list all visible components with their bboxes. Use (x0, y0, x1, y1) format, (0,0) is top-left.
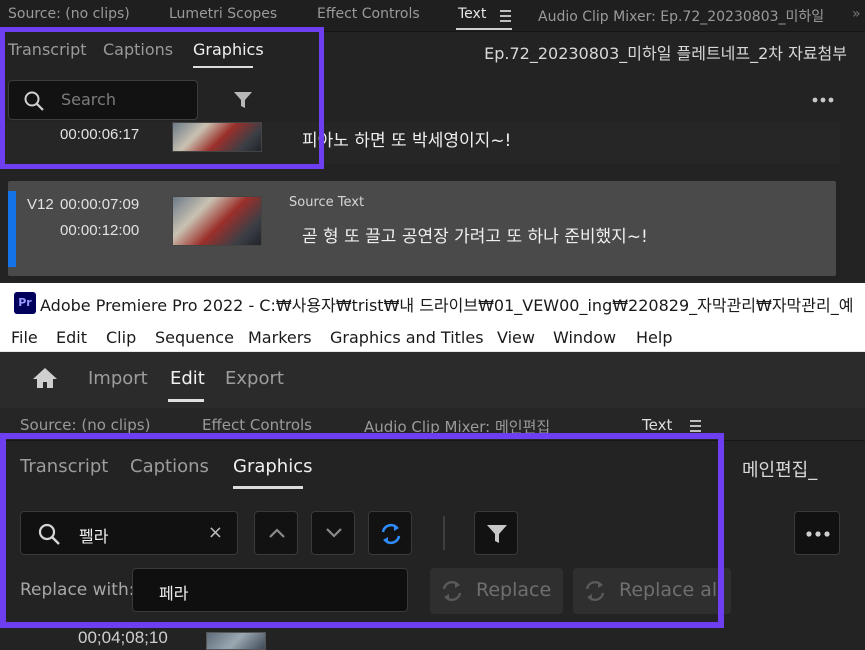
caption-track: V12 (27, 196, 54, 213)
more-options-icon[interactable] (812, 97, 834, 103)
menu-graphics-and-titles[interactable]: Graphics and Titles (330, 328, 484, 347)
highlight-box (0, 27, 324, 169)
menu-help[interactable]: Help (636, 328, 672, 347)
caption-thumbnail (206, 632, 266, 650)
menu-sequence[interactable]: Sequence (155, 328, 234, 347)
menu-window[interactable]: Window (553, 328, 616, 347)
tab-effect-controls[interactable]: Effect Controls (202, 416, 312, 434)
menu-view[interactable]: View (497, 328, 535, 347)
menu-edit[interactable]: Edit (56, 328, 87, 347)
menu-clip[interactable]: Clip (106, 328, 136, 347)
tab-audio-clip-mixer[interactable]: Audio Clip Mixer: Ep.72_20230803_미하일 (538, 6, 843, 26)
tab-text-underline (456, 28, 512, 30)
window-title: Adobe Premiere Pro 2022 - C:₩사용자₩trist₩내… (40, 296, 854, 315)
caption-in-timecode: 00:00:07:09 (60, 196, 140, 213)
caption-text[interactable]: 곧 형 또 끌고 공연장 가려고 또 하나 준비했지~! (302, 222, 648, 247)
tab-overflow-chevron-icon[interactable]: » (852, 6, 861, 22)
menu-markers[interactable]: Markers (248, 328, 312, 347)
sequence-name: Ep.72_20230803_미하일 플레트네프_2차 자료첨부 (484, 44, 847, 63)
premiere-logo: Pr (14, 292, 36, 314)
caption-timecode: 00;04;08;10 (78, 628, 168, 647)
sequence-name: 메인편집_ (742, 460, 818, 481)
header-edit-underline (168, 399, 204, 402)
header-edit[interactable]: Edit (170, 368, 205, 389)
more-options-button[interactable] (794, 511, 840, 555)
header-import[interactable]: Import (88, 368, 148, 389)
tab-text[interactable]: Text (642, 416, 672, 434)
home-icon[interactable] (32, 367, 58, 389)
tab-source[interactable]: Source: (no clips) (8, 6, 130, 22)
caption-text[interactable]: 피아노 하면 또 박세영이지~! (302, 126, 511, 151)
header-export[interactable]: Export (225, 368, 284, 389)
tab-source[interactable]: Source: (no clips) (20, 416, 150, 434)
tab-effect-controls[interactable]: Effect Controls (317, 6, 420, 22)
panel-menu-icon[interactable] (500, 10, 511, 25)
menu-file[interactable]: File (11, 328, 38, 347)
caption-thumbnail (172, 196, 262, 246)
caption-out-timecode: 00:00:12:00 (60, 222, 140, 239)
tab-lumetri-scopes[interactable]: Lumetri Scopes (169, 6, 277, 22)
more-options-icon (806, 531, 830, 537)
selection-accent-bar (8, 191, 16, 267)
highlight-box (0, 433, 724, 628)
source-text-label: Source Text (289, 195, 365, 210)
tab-text[interactable]: Text (458, 6, 486, 22)
